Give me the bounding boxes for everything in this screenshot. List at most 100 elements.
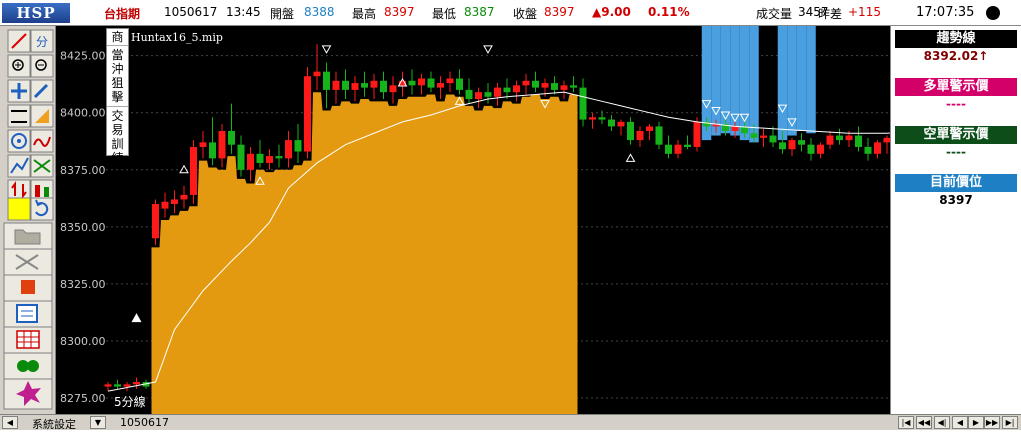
blue-zone-bar [711, 26, 721, 136]
side-tab-merchandise[interactable]: 商 [107, 29, 128, 46]
candle-body [636, 130, 644, 141]
tool-icons: 分 [3, 29, 54, 410]
nav-first-icon[interactable]: |◀ [898, 416, 914, 429]
bear-alert-value: ---- [946, 145, 966, 159]
candle-body [503, 87, 511, 93]
crosshair-tool[interactable] [7, 79, 31, 103]
nav-left-icon[interactable]: ◀ [952, 416, 968, 429]
candle-body [655, 126, 663, 145]
candle-body [418, 78, 425, 86]
quote-header: HSP 台指期 1050617 13:45 開盤 8388 最高 8397 最低… [0, 0, 1021, 26]
side-tab-daytrade[interactable]: 當沖狙擊 [107, 46, 128, 107]
candle-body [408, 80, 416, 86]
candle-body [275, 156, 283, 159]
candle-body [370, 80, 378, 88]
y-tick-label: 8350.00 [60, 221, 106, 234]
candle-body [180, 194, 188, 200]
quote-date: 1050617 [164, 5, 218, 19]
candle-body [237, 144, 245, 170]
blue-zone-bar [720, 26, 731, 134]
candle-body [427, 78, 435, 88]
high-value: 8397 [384, 5, 415, 19]
draw-line-tool[interactable] [7, 29, 31, 53]
scissors-icon[interactable] [3, 248, 53, 276]
candle-body [209, 142, 216, 159]
burst-icon[interactable] [3, 378, 53, 410]
grid-table-icon[interactable] [3, 326, 53, 354]
candle-body [684, 144, 691, 147]
cross-arrows-tool[interactable] [30, 154, 54, 178]
candle-body [779, 142, 786, 150]
side-tab-training[interactable]: 交易訓練 [107, 107, 128, 167]
bull-alert-label: 多單警示價 [895, 78, 1017, 96]
candle-body [465, 89, 473, 100]
candle-body [484, 92, 492, 97]
candle-body [750, 133, 758, 138]
fibonacci-tool[interactable]: 分 [30, 29, 54, 53]
zoom-out-tool[interactable] [30, 54, 54, 78]
candle-body [598, 117, 606, 120]
clock-area: 17:07:35 [888, 2, 1018, 24]
clock-display: 17:07:35 [916, 5, 975, 20]
candle-body [228, 130, 235, 145]
document-icon[interactable] [3, 300, 53, 328]
candle-body [304, 76, 311, 152]
bull-alert-value: ---- [946, 97, 966, 111]
candle-body [855, 135, 862, 147]
candle-body [760, 135, 767, 138]
nav-right-icon[interactable]: ▶ [968, 416, 984, 429]
candle-body [389, 85, 397, 93]
trend-chart-tool[interactable] [7, 154, 31, 178]
target-tool[interactable] [7, 129, 31, 153]
candle-body [494, 87, 501, 97]
eraser-tool[interactable] [30, 79, 54, 103]
candle-body [522, 80, 530, 86]
candle-body [342, 80, 349, 90]
channel-tool[interactable] [7, 104, 31, 128]
folder-icon[interactable] [3, 222, 53, 250]
y-tick-label: 8300.00 [60, 335, 106, 348]
close-button[interactable] [986, 6, 1000, 20]
candle-body [826, 135, 834, 145]
zoom-in-tool[interactable] [7, 54, 31, 78]
position-label: 目前價位 [895, 174, 1017, 192]
nav-last-icon[interactable]: ▶| [1002, 416, 1018, 429]
brush-tool[interactable] [30, 104, 54, 128]
candle-body [864, 146, 872, 154]
color-swatch[interactable] [7, 197, 31, 221]
y-tick-label: 8400.00 [60, 107, 106, 120]
candlestick-chart[interactable]: 8425.00 8400.00 8375.00 8350.00 8325.00 8300.… [56, 26, 916, 414]
footer-date: 1050617 [120, 416, 169, 429]
chart-area[interactable]: 8425.00 8400.00 8375.00 8350.00 8325.00 8300.… [56, 26, 916, 414]
status-bar: ◀ 系統設定 ▼ 1050617 |◀ ◀◀ ◀| ◀ ▶ ▶▶ ▶| [0, 414, 1021, 431]
candle-body [190, 146, 197, 195]
open-label: 開盤 [270, 7, 295, 21]
candle-body [218, 130, 226, 159]
blue-zone-bar [796, 26, 807, 131]
candle-body [446, 78, 454, 84]
close-value: 8397 [544, 5, 575, 19]
candle-body [332, 80, 340, 90]
refresh-icon[interactable] [30, 197, 54, 221]
candle-body [513, 85, 520, 93]
wave-tool[interactable] [30, 129, 54, 153]
nav-rewind-icon[interactable]: ◀◀ [916, 416, 932, 429]
boxing-glove-icon[interactable] [3, 352, 53, 380]
candle-body [171, 199, 178, 205]
candle-body [123, 384, 131, 387]
timeframe-label: 5分線 [114, 394, 146, 409]
nav-forward-icon[interactable]: ▶▶ [984, 416, 1000, 429]
scroll-left-arrow[interactable]: ◀ [2, 416, 18, 429]
dropdown-arrow[interactable]: ▼ [90, 416, 106, 429]
candle-body [114, 384, 121, 387]
candle-body [456, 78, 463, 90]
nav-prev-icon[interactable]: ◀| [934, 416, 950, 429]
candle-body [541, 83, 549, 88]
candle-body [874, 142, 881, 154]
open-value: 8388 [304, 5, 335, 19]
stop-icon[interactable] [3, 274, 53, 302]
candle-body [294, 140, 302, 152]
candle-body [817, 144, 824, 154]
candle-body [665, 144, 672, 154]
y-tick-label: 8325.00 [60, 278, 106, 291]
